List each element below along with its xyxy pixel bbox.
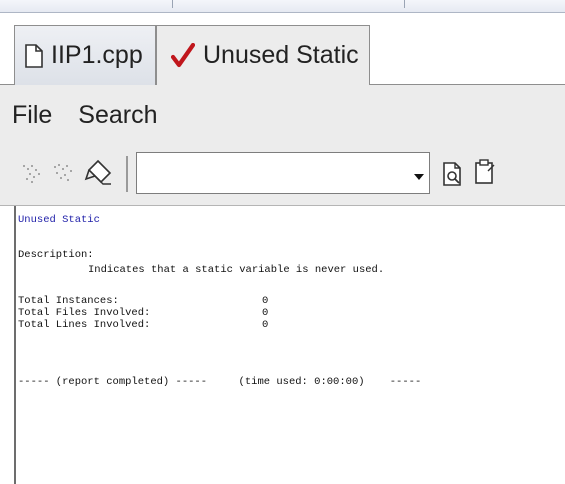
checkmark-icon: [170, 42, 196, 69]
tab-label: Unused Static: [203, 41, 359, 69]
document-search-icon[interactable]: [442, 161, 466, 186]
toolbar-separator: [126, 156, 128, 192]
strip-divider: [404, 0, 405, 8]
report-description-label: Description:: [18, 249, 94, 261]
tab-label: IIP1.cpp: [51, 41, 143, 69]
pointer-icon[interactable]: [84, 159, 112, 185]
chevron-down-icon[interactable]: [413, 167, 425, 186]
filter-alt-icon[interactable]: [52, 163, 76, 185]
clipboard-icon[interactable]: [474, 159, 498, 184]
stat-label: Total Files Involved:: [18, 307, 151, 319]
stat-value: 0: [262, 319, 269, 331]
stat-label: Total Lines Involved:: [18, 319, 151, 331]
menu-search[interactable]: Search: [78, 101, 157, 130]
stat-value: 0: [262, 295, 269, 307]
filter-icon[interactable]: [22, 163, 46, 185]
tab-unused-static[interactable]: Unused Static: [156, 25, 370, 85]
tab-bar: IIP1.cpp Unused Static: [0, 13, 565, 85]
report-footer: ----- (report completed) ----- (time use…: [18, 376, 422, 388]
stat-label: Total Instances:: [18, 295, 119, 307]
search-combobox[interactable]: [136, 152, 430, 194]
menu-bar: File Search: [0, 85, 565, 145]
report-title: Unused Static: [18, 214, 100, 226]
menu-file[interactable]: File: [12, 101, 52, 130]
window-top-strip: [0, 0, 565, 13]
document-icon: [25, 43, 43, 68]
stat-value: 0: [262, 307, 269, 319]
report-description-text: Indicates that a static variable is neve…: [88, 264, 385, 276]
tab-iip1-cpp[interactable]: IIP1.cpp: [14, 25, 156, 85]
report-output-panel: Unused Static Description: Indicates tha…: [14, 206, 565, 484]
strip-divider: [172, 0, 173, 8]
toolbar: [0, 145, 565, 206]
